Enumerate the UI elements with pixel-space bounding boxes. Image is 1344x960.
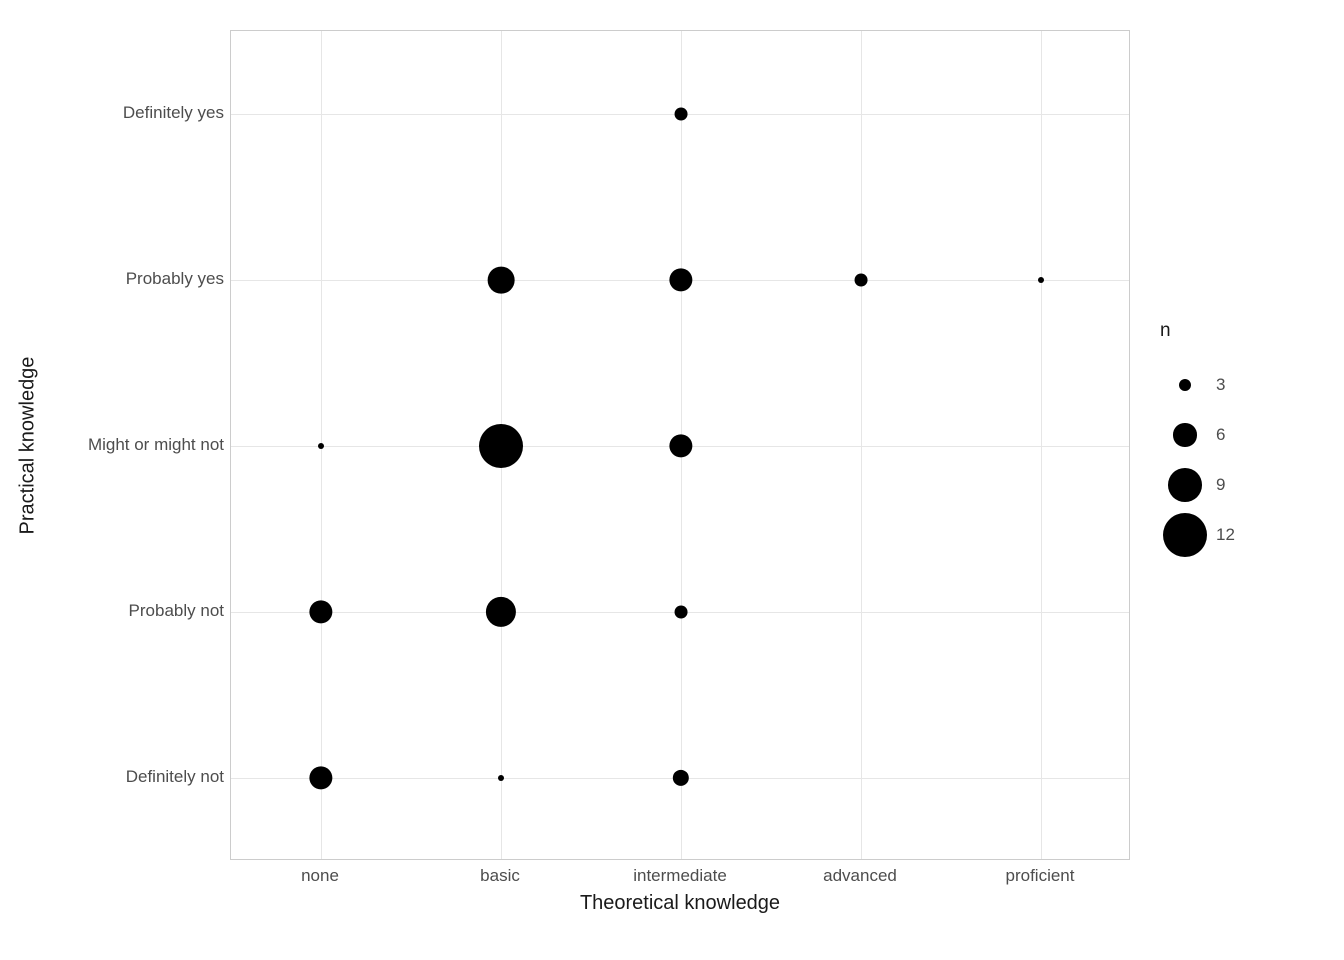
y-tick-label: Definitely not — [24, 767, 224, 787]
x-tick-label: basic — [480, 866, 520, 886]
data-point — [309, 766, 332, 789]
data-point — [479, 424, 523, 468]
legend-swatch — [1160, 423, 1210, 446]
x-tick-label: proficient — [1006, 866, 1075, 886]
x-tick-label: none — [301, 866, 339, 886]
data-point — [673, 770, 689, 786]
legend-swatch — [1160, 513, 1210, 557]
legend-label: 6 — [1216, 425, 1225, 445]
legend-swatch — [1160, 379, 1210, 392]
data-point — [488, 267, 515, 294]
legend-dot — [1168, 468, 1202, 502]
legend-dot — [1163, 513, 1207, 557]
x-tick-label: intermediate — [633, 866, 727, 886]
legend-item: 3 — [1160, 360, 1320, 410]
data-point — [318, 443, 324, 449]
data-point — [486, 597, 516, 627]
bubble-chart: Practical knowledge nonebasicintermediat… — [0, 0, 1344, 960]
data-point — [675, 606, 688, 619]
legend-item: 12 — [1160, 510, 1320, 560]
y-tick-label: Probably yes — [24, 269, 224, 289]
y-tick-label: Probably not — [24, 601, 224, 621]
legend-label: 3 — [1216, 375, 1225, 395]
legend-swatch — [1160, 468, 1210, 502]
legend-dot — [1173, 423, 1196, 446]
data-point — [669, 434, 692, 457]
data-point — [675, 108, 688, 121]
x-tick-label: advanced — [823, 866, 897, 886]
legend-item: 9 — [1160, 460, 1320, 510]
x-axis-title: Theoretical knowledge — [230, 892, 1130, 915]
data-point — [855, 274, 868, 287]
size-legend: n 3 6 9 12 — [1160, 320, 1320, 560]
data-point — [669, 268, 692, 291]
gridline-v — [1041, 31, 1042, 859]
plot-area — [230, 30, 1130, 860]
legend-label: 9 — [1216, 475, 1225, 495]
data-point — [309, 600, 332, 623]
legend-title: n — [1160, 320, 1320, 342]
gridline-v — [861, 31, 862, 859]
y-tick-label: Definitely yes — [24, 103, 224, 123]
y-tick-label: Might or might not — [24, 435, 224, 455]
data-point — [498, 775, 504, 781]
data-point — [1038, 277, 1044, 283]
legend-item: 6 — [1160, 410, 1320, 460]
legend-dot — [1179, 379, 1192, 392]
legend-label: 12 — [1216, 525, 1235, 545]
